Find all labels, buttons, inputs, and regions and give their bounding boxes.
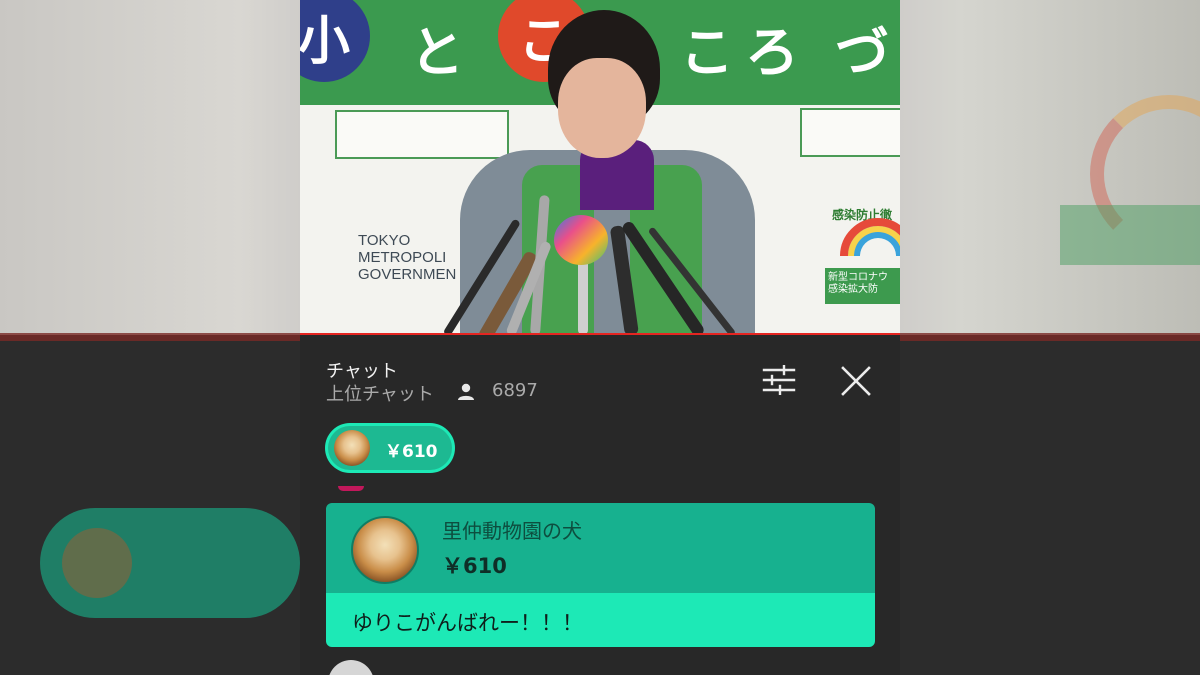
previous-message-edge	[338, 486, 364, 491]
speaker-face	[558, 58, 646, 158]
superchat-header: 里仲動物園の犬 ￥610	[326, 503, 875, 593]
banner-char: ろ	[745, 21, 799, 84]
close-icon[interactable]	[840, 365, 872, 397]
avatar	[334, 430, 370, 466]
superchat-body: ゆりこがんばれー！！！	[326, 593, 875, 647]
live-progress-bar[interactable]	[300, 333, 900, 335]
banner-char: 小	[300, 11, 350, 72]
banner-char: こ	[680, 21, 734, 84]
banner-char: と	[410, 21, 464, 84]
sign-line: TOKYO	[358, 232, 411, 249]
tv-mic-flag	[554, 215, 608, 265]
superchat-message: ゆりこがんばれー！！！	[352, 611, 583, 635]
superchat-ticker-chip[interactable]: ￥610	[325, 423, 455, 473]
chat-header: チャット 上位チャット 6897 ￥610	[300, 337, 900, 487]
chat-mode-selector[interactable]: 上位チャット	[326, 380, 434, 406]
badge-text: 新型コロナウ 感染拡大防	[828, 272, 888, 295]
mobile-app-screen: 小 と こ こ ろ づ TOKYO METROPOLI GOVERNMEN 感染…	[300, 0, 900, 675]
sign-line: GOVERNMEN	[358, 266, 457, 283]
banner-badge-1: 小	[300, 0, 370, 82]
person-icon	[458, 383, 474, 400]
sign-line: METROPOLI	[358, 249, 447, 266]
corona-badge: 新型コロナウ 感染拡大防	[825, 268, 900, 304]
avatar[interactable]	[351, 516, 419, 584]
superchat-author: 里仲動物園の犬	[442, 519, 582, 543]
poster-left	[335, 110, 509, 159]
ticker-amount: ￥610	[385, 442, 438, 462]
viewer-count: 6897	[492, 380, 538, 401]
tokyo-metropolitan-sign: TOKYO METROPOLI GOVERNMEN	[358, 232, 456, 283]
poster-right	[800, 108, 900, 157]
next-message-avatar	[328, 660, 374, 675]
tune-icon[interactable]	[762, 365, 796, 395]
backdrop-green-block	[1060, 205, 1200, 265]
superchat-card[interactable]: 里仲動物園の犬 ￥610 ゆりこがんばれー！！！	[326, 503, 875, 647]
video-player[interactable]: 小 と こ こ ろ づ TOKYO METROPOLI GOVERNMEN 感染…	[300, 0, 900, 335]
backdrop-pill-avatar	[62, 528, 132, 598]
banner-char: づ	[835, 21, 889, 84]
superchat-amount: ￥610	[442, 554, 507, 578]
